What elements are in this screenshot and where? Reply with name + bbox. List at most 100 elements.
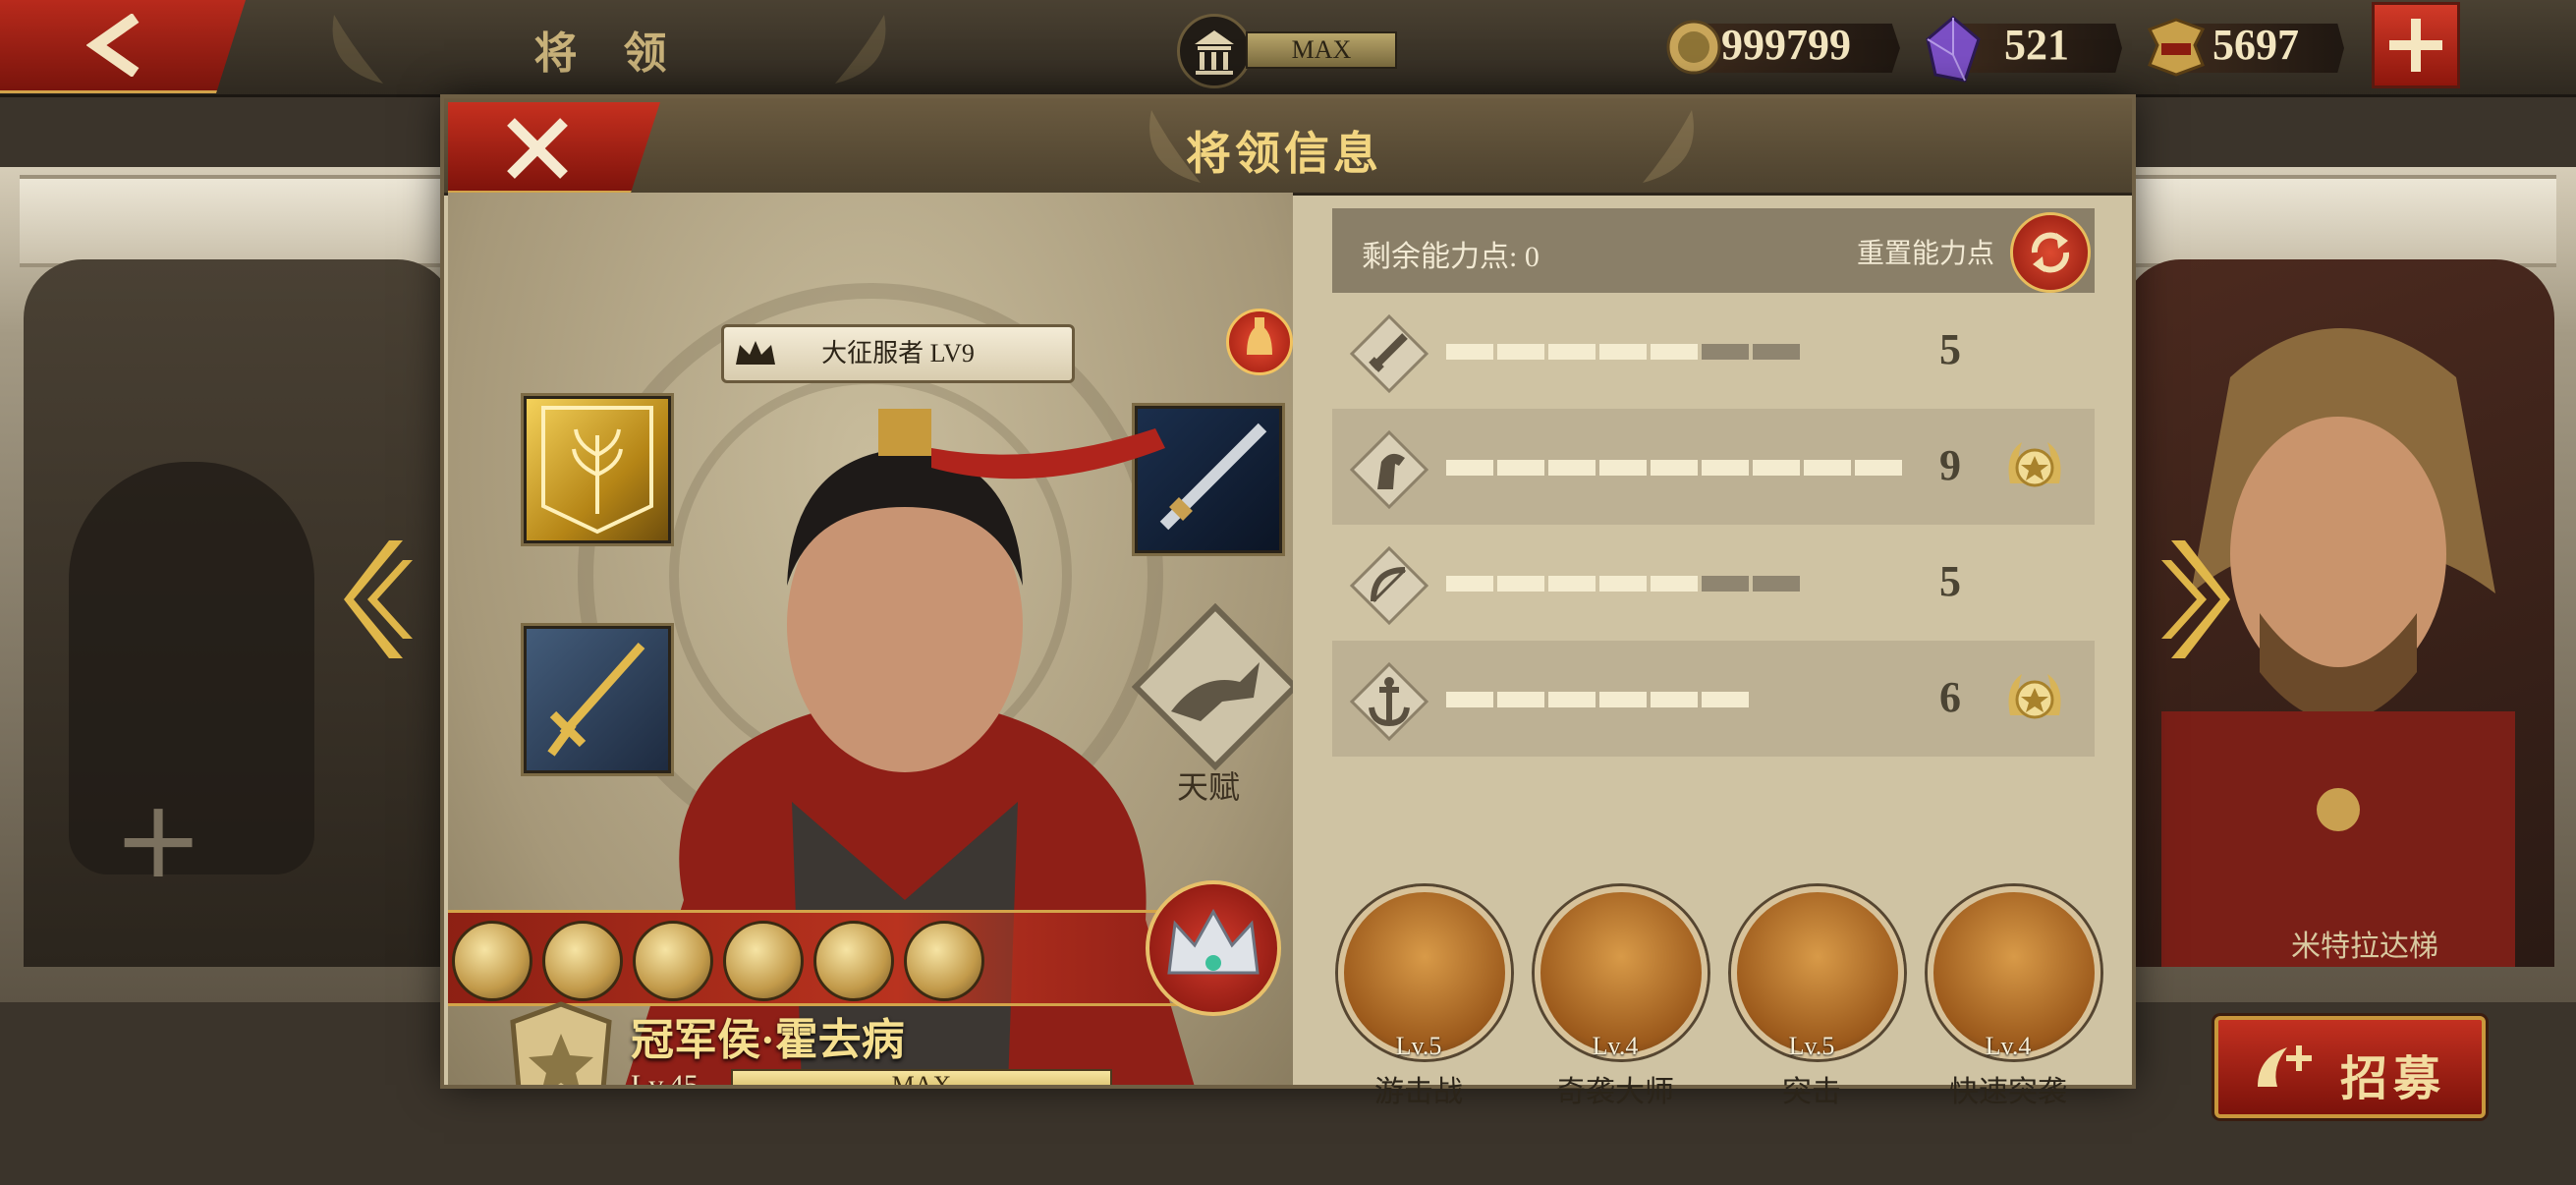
stat-pip-filled [1548,576,1596,592]
stat-pip-filled [1651,692,1698,707]
reset-points-button[interactable] [2010,212,2091,293]
stat-pip-filled [1548,460,1596,476]
change-skin-helmet-icon[interactable] [1226,309,1293,375]
stat-pip-filled [1497,692,1544,707]
recruit-button[interactable]: 招募 [2214,1016,2486,1118]
medal-compass-icon[interactable] [813,921,894,1001]
bow-icon [1350,546,1428,625]
next-hero-name: 米特拉达梯 [2291,931,2438,963]
stat-pip-filled [1446,344,1493,360]
hero-name: 冠军侯·霍去病 [631,1016,905,1064]
stat-pip-filled [1497,344,1544,360]
crown-skill-button[interactable] [1146,880,1281,1016]
stat-pip-filled [1753,460,1800,476]
skill-level: Lv.4 [1985,1032,2032,1060]
skill-ambush-master[interactable]: Lv.4 奇袭大师 [1535,886,1708,1108]
coins-resource[interactable]: 999799 [1664,16,1910,79]
recruit-label: 招募 [2340,1053,2447,1105]
stat-row: 5 [1332,293,2095,409]
stat-pip-filled [1446,460,1493,476]
stat-pip-filled [1651,576,1698,592]
dialog-title: 将领信息 [1186,129,1382,179]
add-resource-button[interactable] [2372,2,2460,88]
max-label: MAX [1246,31,1397,69]
hero-portrait-panel: 大征服者 LV9 天赋 冠军侯·霍去病 [448,193,1293,1085]
stat-pip-filled [1855,460,1902,476]
stat-row: 5 [1332,525,2095,641]
skill-level: Lv.5 [1395,1032,1442,1060]
medal-eagle-icon[interactable] [452,921,532,1001]
stat-row: 6 [1332,641,2095,757]
stats-panel: 剩余能力点: 0 重置能力点 5 9 5 6 Lv.5 游击战 Lv.4 奇袭大师 L… [1332,208,2100,1108]
skill-name: 游击战 [1374,1076,1463,1108]
skill-name: 突击 [1782,1076,1841,1108]
skill-assault[interactable]: Lv.5 突击 [1731,886,1904,1108]
stat-pip-filled [1599,460,1647,476]
coin-icon [1666,20,1721,75]
stat-pip-filled [1497,576,1544,592]
laurel-left-icon [332,15,383,84]
stat-pip-filled [1702,692,1749,707]
refresh-icon [2031,232,2070,273]
temple-icon [1177,14,1252,88]
medal-shield-icon[interactable] [542,921,623,1001]
skill-rapid-raid[interactable]: Lv.4 快速突袭 [1928,886,2100,1108]
stats-header: 剩余能力点: 0 重置能力点 [1332,208,2095,293]
stat-value: 5 [1939,557,1961,605]
coins-value: 999799 [1721,21,1851,69]
plus-icon [2389,19,2442,72]
stat-row: 9 [1332,409,2095,525]
crown-icon [736,341,775,365]
stat-value: 6 [1939,673,1961,721]
stat-pip-filled [1702,460,1749,476]
stat-value: 5 [1939,325,1961,373]
stat-pip-empty [1753,576,1800,592]
close-button[interactable] [448,102,660,194]
close-icon [507,118,568,179]
remaining-points: 剩余能力点: 0 [1362,241,1540,273]
stat-pip-filled [1497,460,1544,476]
stat-pip-filled [1548,692,1596,707]
building-level-badge[interactable]: MAX [1177,14,1397,88]
prev-hero-arrow-icon[interactable] [344,531,413,668]
hero-info-dialog: 将领信息 大征服者 LV9 天赋 冠军侯·霍去病 剩余能力点: 0 重置能力点 … [444,98,2132,1108]
medal-helmet-icon[interactable] [723,921,804,1001]
skill-guerrilla[interactable]: Lv.5 游击战 [1338,886,1511,1108]
star-laurel-badge-icon [2008,674,2061,719]
medal-lion-icon[interactable] [904,921,984,1001]
gems-value: 521 [2004,21,2069,69]
rank-title-pill[interactable]: 大征服者 LV9 [721,324,1075,383]
stat-pip-filled [1599,692,1647,707]
add-hero-plus-icon[interactable]: + [113,776,203,902]
stat-pip-empty [1702,344,1749,360]
gems-resource[interactable]: 521 [1924,16,2130,83]
stat-pip-filled [1446,576,1493,592]
medal-eagle2-icon[interactable] [633,921,713,1001]
stat-value: 9 [1939,441,1961,489]
purple-gem-icon [1926,16,1981,83]
star-laurel-badge-icon [2008,442,2061,487]
top-bar: 将 领 MAX 999799 521 5697 [0,0,2576,97]
medal-strip [448,910,1204,1006]
spqr-resource[interactable]: 5697 [2146,16,2352,79]
spqr-eagle-icon [2147,18,2206,77]
horse-icon [1350,430,1428,509]
stat-pip-filled [1599,576,1647,592]
dialog-header: 将领信息 [444,98,2132,196]
rank-star-shield-icon [510,1001,612,1085]
hero-level: Lv.45 [631,1069,699,1085]
back-arrow-icon [86,14,140,77]
skill-level: Lv.4 [1592,1032,1639,1060]
next-hero-arrow-icon[interactable] [2161,531,2230,668]
stat-pip-filled [1599,344,1647,360]
skill-level: Lv.5 [1788,1032,1835,1060]
stat-pip-filled [1651,344,1698,360]
stat-pip-empty [1753,344,1800,360]
spqr-value: 5697 [2212,21,2299,69]
stat-pip-filled [1446,692,1493,707]
laurel-right-icon [1643,110,1694,183]
rank-title-text: 大征服者 LV9 [821,339,975,367]
sword-icon [1350,314,1428,393]
stat-pip-filled [1651,460,1698,476]
back-button[interactable] [0,0,246,93]
